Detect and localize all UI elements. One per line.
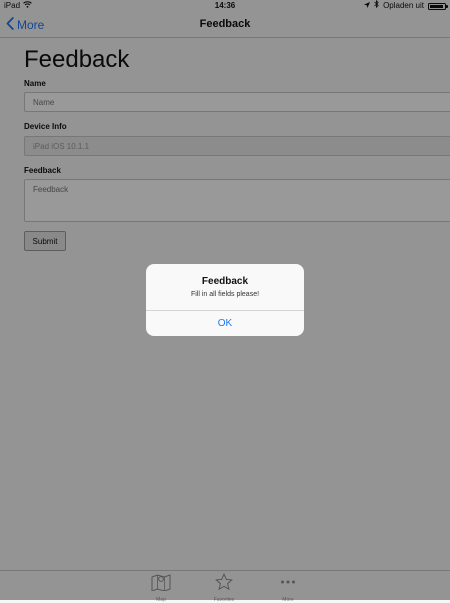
- alert-title: Feedback: [201, 276, 249, 287]
- ok-button[interactable]: OK: [146, 311, 304, 336]
- alert-dialog: Feedback Fill in all fields please! OK: [146, 264, 304, 336]
- alert-message: Fill in all fields please!: [190, 291, 260, 298]
